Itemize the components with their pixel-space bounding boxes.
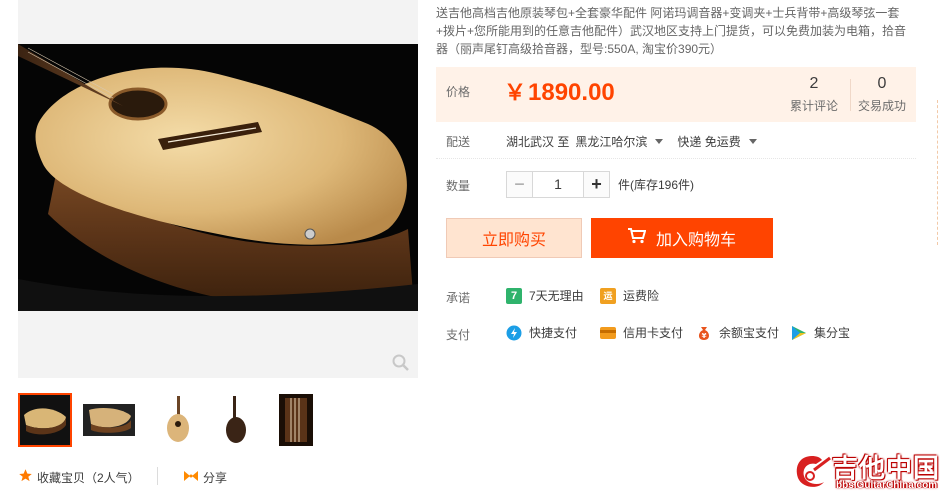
price-amount: 1890.00 — [528, 79, 615, 106]
add-to-cart-label: 加入购物车 — [655, 232, 736, 249]
product-photo[interactable] — [18, 44, 418, 311]
share-label: 分享 — [203, 470, 228, 485]
cart-icon — [627, 227, 647, 249]
quantity-label: 数量 — [446, 179, 471, 193]
quick-pay-icon — [506, 325, 522, 341]
share-link[interactable]: 分享 — [183, 469, 227, 485]
payment-text: 快捷支付 — [529, 326, 578, 340]
svg-text:¥: ¥ — [702, 332, 707, 340]
share-icon — [183, 469, 199, 486]
thumbnail-2[interactable] — [82, 393, 136, 447]
payment-text: 集分宝 — [814, 326, 851, 340]
favorite-label: 收藏宝贝（2人气） — [37, 470, 140, 485]
payment-item-yuebao: ¥ 余额宝支付 — [696, 324, 779, 341]
stock-text: 件(库存196件) — [618, 178, 695, 192]
payment-item-quick: 快捷支付 — [506, 324, 577, 341]
price-panel: 价格 ￥1890.00 2 累计评论 0 交易成功 — [436, 67, 916, 122]
payment-item-credit: 信用卡支付 — [600, 324, 683, 341]
jifenbao-icon — [791, 325, 807, 341]
reviews-count: 2 — [809, 75, 819, 92]
price-value: ￥1890.00 — [504, 75, 615, 107]
payment-label: 支付 — [446, 328, 471, 342]
credit-card-icon — [600, 325, 616, 341]
thumbnail-4[interactable] — [214, 393, 268, 447]
divider — [157, 467, 158, 485]
main-image-panel — [18, 0, 418, 378]
increase-button[interactable]: + — [583, 171, 610, 198]
deals-count: 0 — [877, 75, 887, 92]
payment-item-jifenbao: 集分宝 — [791, 324, 850, 341]
deals-label: 交易成功 — [857, 99, 906, 113]
decrease-button[interactable]: − — [506, 171, 533, 198]
favorite-link[interactable]: 收藏宝贝（2人气） — [18, 469, 140, 485]
payment-text: 信用卡支付 — [623, 326, 684, 340]
payment-text: 余额宝支付 — [719, 326, 780, 340]
divider — [436, 158, 916, 159]
chevron-down-icon[interactable] — [748, 139, 757, 144]
7-day-return-icon: 7 — [506, 287, 522, 304]
promise-text: 运费险 — [623, 289, 660, 303]
thumbnail-3[interactable] — [152, 393, 206, 447]
currency-symbol: ￥ — [504, 80, 527, 105]
site-watermark: 吉他中国 bbs.GuitarChina.com — [792, 448, 942, 494]
thumbnail-5[interactable] — [278, 393, 332, 447]
watermark-url: bbs.GuitarChina.com — [836, 480, 938, 491]
divider — [937, 100, 946, 245]
ship-destination[interactable]: 黑龙江哈尔滨 — [575, 133, 647, 150]
buy-now-label: 立即购买 — [481, 232, 546, 249]
thumbnail-1[interactable] — [18, 393, 72, 447]
stat-divider — [850, 79, 851, 111]
yuebao-icon: ¥ — [696, 325, 712, 341]
promise-item-insurance[interactable]: 运 运费险 — [600, 287, 659, 304]
shipping-row: 湖北武汉 至 黑龙江哈尔滨 快递 免运费 — [506, 133, 765, 150]
buy-now-button[interactable]: 立即购买 — [446, 218, 582, 258]
star-icon — [18, 468, 33, 486]
product-title: 送吉他高档吉他原装琴包+全套豪华配件 阿诺玛调音器+变调夹+士兵背带+高级琴弦一… — [436, 6, 907, 56]
quantity-stepper: − 1 + 件(库存196件) — [506, 171, 694, 198]
reviews-label: 累计评论 — [789, 99, 838, 113]
promise-text: 7天无理由 — [529, 289, 584, 303]
shipping-label: 配送 — [446, 135, 471, 149]
reviews-stat[interactable]: 2 累计评论 — [784, 74, 844, 114]
ship-from: 湖北武汉 至 — [506, 135, 570, 149]
shipping-insurance-icon: 运 — [600, 287, 616, 304]
zoom-icon[interactable] — [392, 354, 410, 372]
ship-method[interactable]: 快递 免运费 — [677, 133, 740, 150]
add-to-cart-button[interactable]: 加入购物车 — [591, 218, 773, 258]
deals-stat: 0 交易成功 — [854, 74, 910, 114]
quantity-input[interactable]: 1 — [533, 171, 583, 198]
price-label: 价格 — [446, 85, 471, 99]
promise-item-7day[interactable]: 7 7天无理由 — [506, 287, 584, 304]
promise-label: 承诺 — [446, 291, 471, 305]
guitar-logo-icon — [792, 452, 832, 495]
chevron-down-icon[interactable] — [655, 139, 664, 144]
